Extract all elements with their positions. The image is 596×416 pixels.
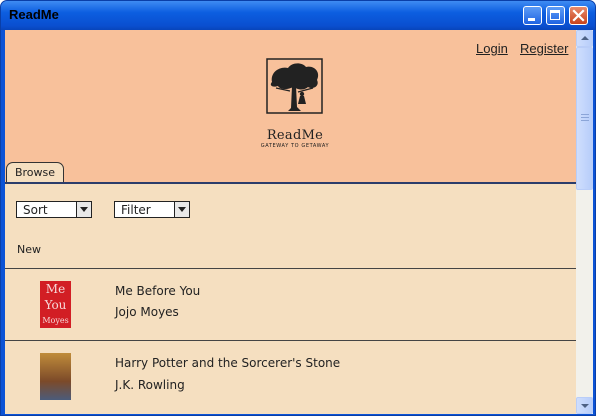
- app-window: ReadMe Login Register ReadMe GATEWAY TO …: [0, 0, 596, 416]
- title-bar[interactable]: ReadMe: [1, 1, 595, 30]
- scroll-down-icon: [581, 404, 589, 408]
- filter-dropdown[interactable]: Filter: [114, 201, 190, 218]
- book-title[interactable]: Me Before You: [115, 284, 200, 298]
- window-title: ReadMe: [9, 7, 59, 22]
- maximize-icon: [550, 10, 560, 20]
- thumb-grip: [581, 114, 589, 115]
- brand-name: ReadMe: [266, 128, 324, 143]
- tree-logo-icon: [266, 58, 323, 114]
- section-label-new: New: [17, 243, 41, 256]
- brand-tagline: GATEWAY TO GETAWAY: [260, 143, 330, 149]
- close-button[interactable]: [569, 6, 588, 25]
- list-divider: [5, 268, 576, 269]
- close-icon: [572, 9, 585, 22]
- scroll-up-icon: [581, 36, 589, 40]
- cover-text: You: [44, 298, 67, 312]
- minimize-button[interactable]: [523, 6, 542, 25]
- dropdown-arrow-icon[interactable]: [174, 202, 189, 217]
- filter-value: Filter: [121, 203, 151, 217]
- tab-divider: [5, 182, 576, 184]
- scroll-up-button[interactable]: [576, 30, 593, 47]
- scrollbar-thumb[interactable]: [576, 47, 593, 190]
- thumb-grip: [581, 117, 589, 118]
- login-link[interactable]: Login: [476, 41, 508, 56]
- book-cover[interactable]: [40, 353, 71, 400]
- dropdown-arrow-icon[interactable]: [76, 202, 91, 217]
- minimize-icon: [528, 18, 535, 21]
- cover-text: Me: [45, 282, 66, 296]
- thumb-grip: [581, 120, 589, 121]
- list-divider: [5, 340, 576, 341]
- sort-dropdown[interactable]: Sort: [16, 201, 92, 218]
- cover-text: Moyes: [42, 316, 69, 325]
- book-author: J.K. Rowling: [115, 378, 185, 392]
- book-title[interactable]: Harry Potter and the Sorcerer's Stone: [115, 356, 340, 370]
- tab-browse[interactable]: Browse: [6, 162, 64, 182]
- maximize-button[interactable]: [546, 6, 565, 25]
- content-area: Login Register ReadMe GATEWAY TO GETAWAY…: [5, 30, 576, 414]
- book-cover[interactable]: Me You Moyes: [40, 281, 71, 328]
- register-link[interactable]: Register: [520, 41, 568, 56]
- vertical-scrollbar[interactable]: [576, 30, 593, 414]
- scroll-down-button[interactable]: [576, 397, 593, 414]
- sort-value: Sort: [23, 203, 48, 217]
- header-banner: Login Register ReadMe GATEWAY TO GETAWAY…: [5, 30, 576, 184]
- book-author: Jojo Moyes: [115, 305, 179, 319]
